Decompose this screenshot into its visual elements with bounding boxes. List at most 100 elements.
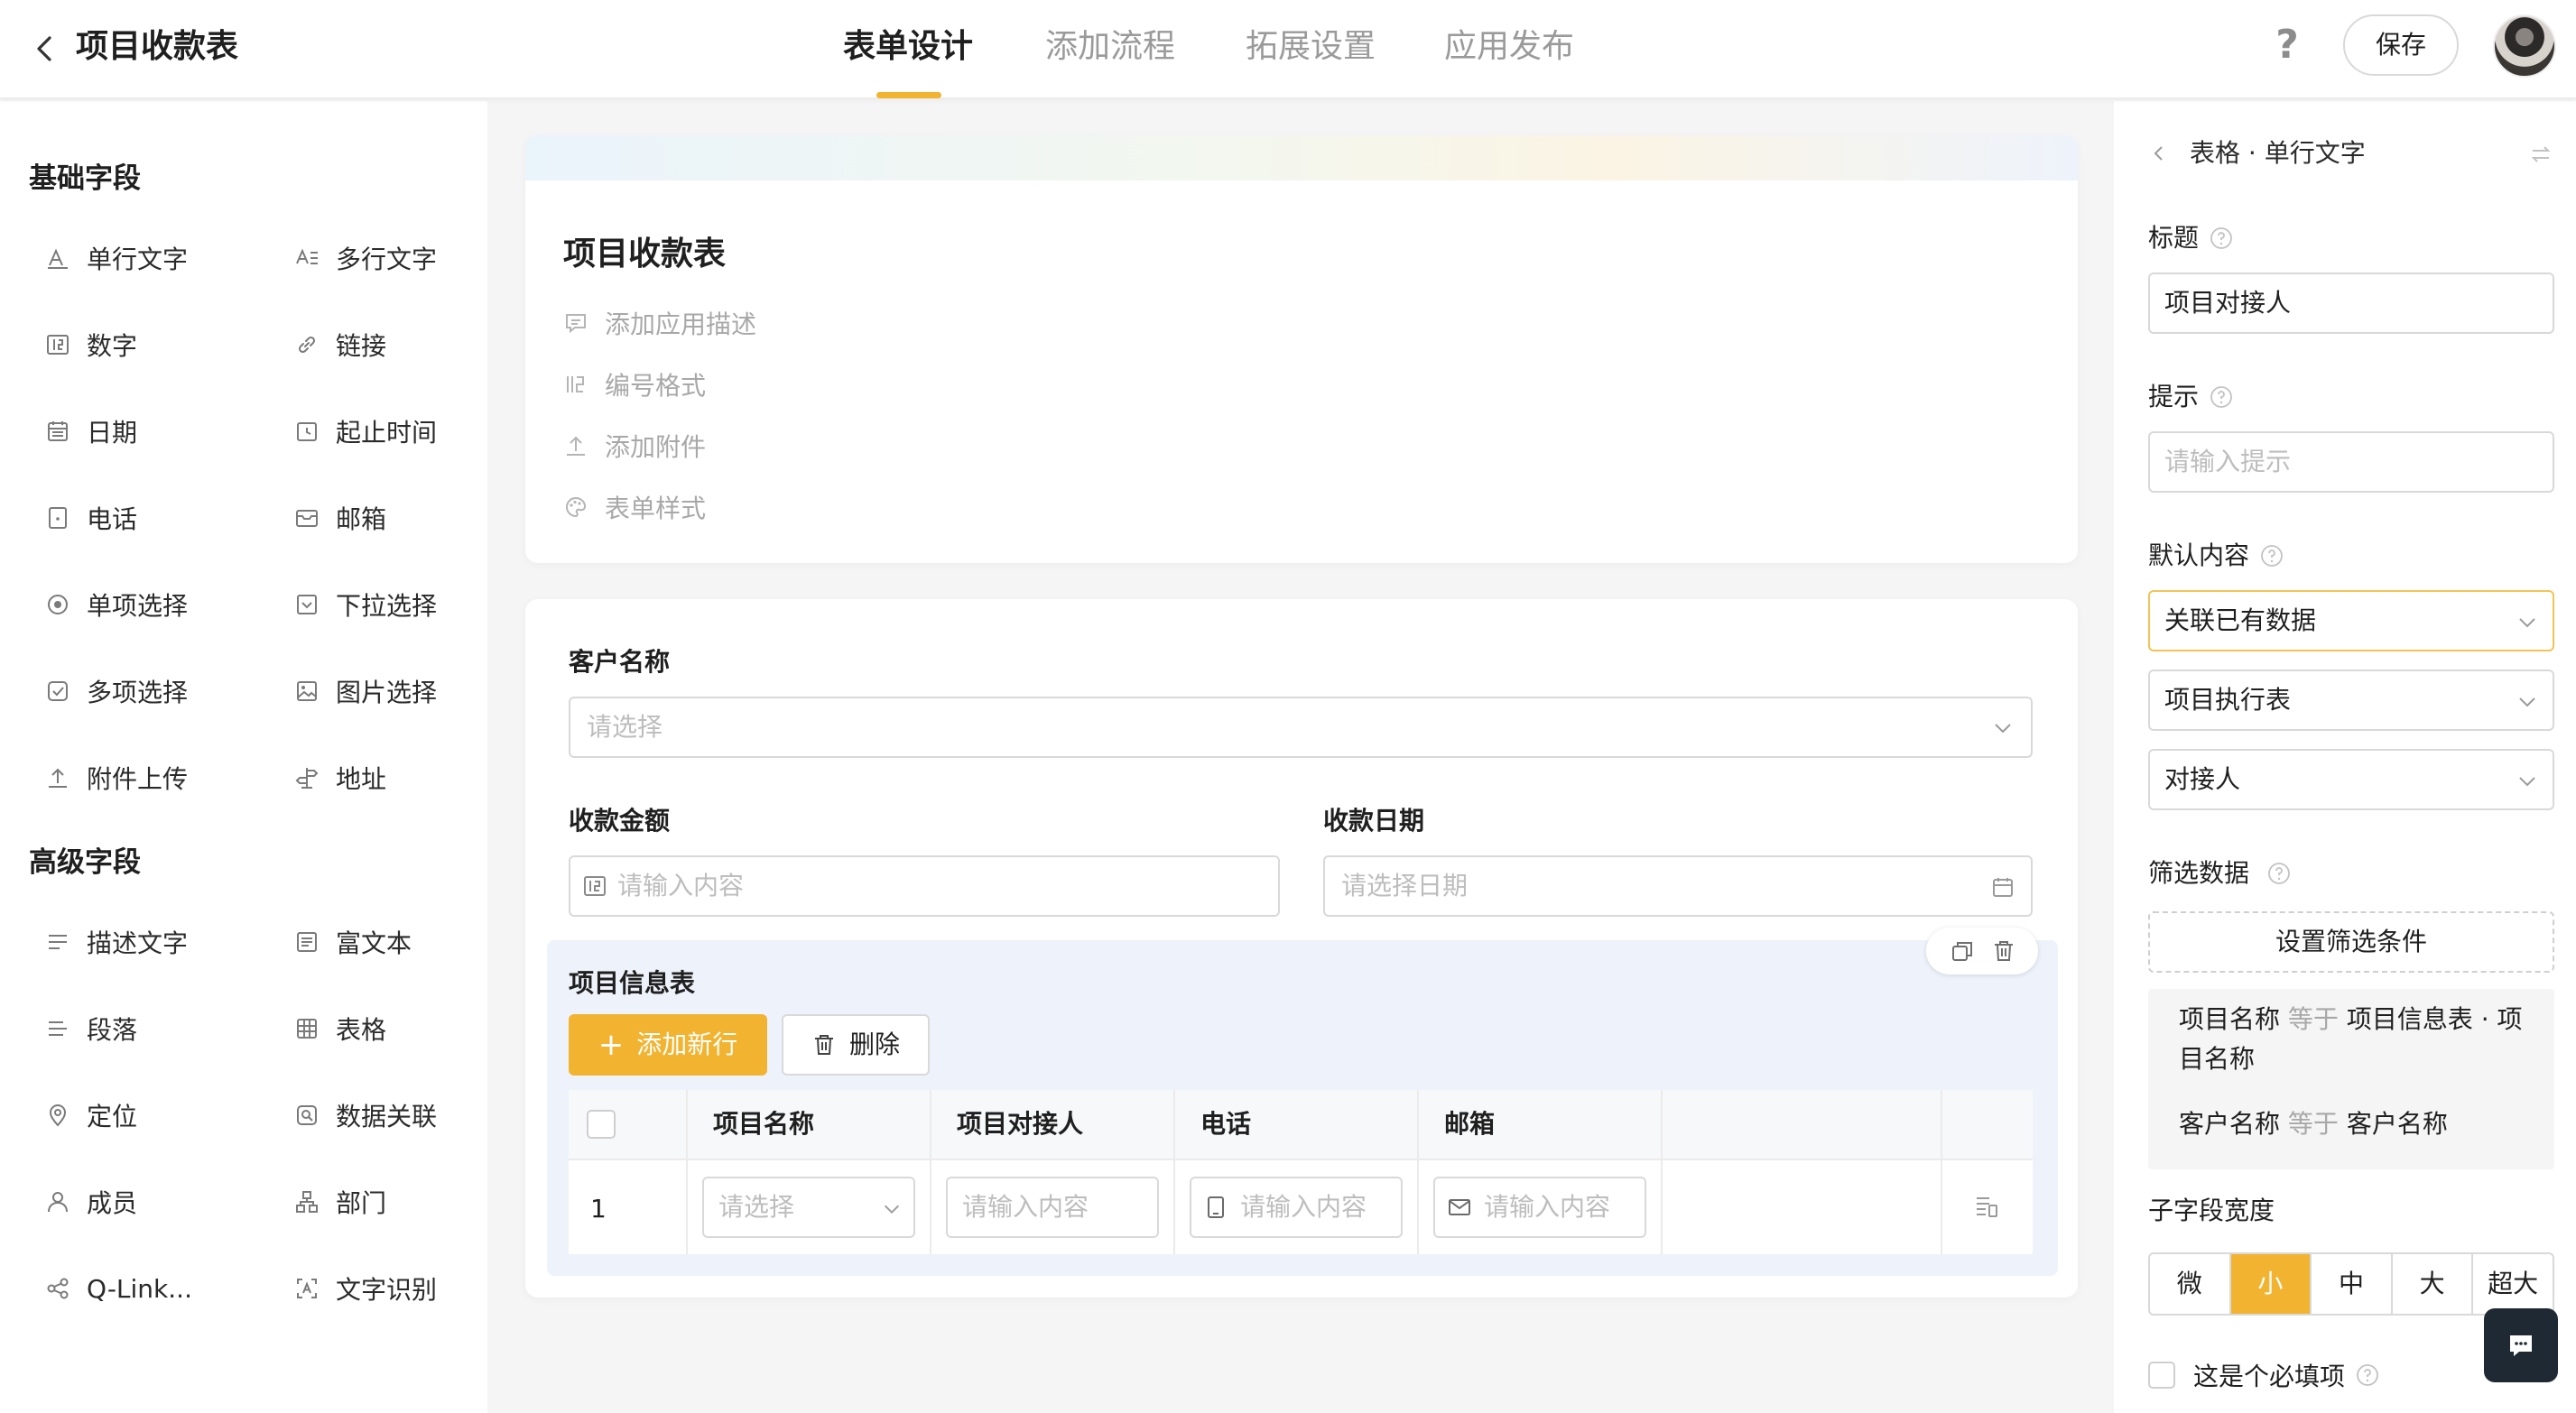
- action-label: 编号格式: [605, 371, 707, 401]
- field-department[interactable]: 部门: [294, 1178, 511, 1225]
- help-icon[interactable]: ?: [2266, 22, 2309, 69]
- tab-app-publish[interactable]: 应用发布: [1444, 23, 1574, 70]
- form-title: 项目收款表: [563, 236, 727, 272]
- set-filter-button[interactable]: 设置筛选条件: [2148, 911, 2554, 973]
- row-detail-icon[interactable]: [1973, 1193, 2000, 1220]
- text-a-icon: [48, 248, 68, 269]
- field-single-choice[interactable]: 单项选择: [45, 581, 262, 628]
- field-attachment[interactable]: 附件上传: [45, 754, 262, 801]
- field-dropdown[interactable]: 下拉选择: [294, 581, 511, 628]
- required-label: 这是个必填项: [2193, 1362, 2346, 1391]
- title-input[interactable]: 项目对接人: [2148, 272, 2554, 334]
- required-checkbox[interactable]: [2148, 1362, 2175, 1389]
- question-circle-icon[interactable]: [2260, 544, 2284, 568]
- input-placeholder: 请输入内容: [1240, 1192, 1367, 1222]
- project-name-select[interactable]: 请选择: [702, 1177, 915, 1238]
- width-option-xlarge[interactable]: 超大: [2473, 1254, 2553, 1314]
- input-placeholder: 请选择日期: [1341, 871, 1469, 900]
- project-contact-input[interactable]: 请输入内容: [946, 1177, 1159, 1238]
- field-paragraph[interactable]: 段落: [45, 1005, 262, 1052]
- swap-icon[interactable]: [2529, 143, 2553, 166]
- subform-table: 项目名称 项目对接人 电话 邮箱 1 请选择 请输入内容 请输入内容 请输入内容: [569, 1090, 2033, 1254]
- question-circle-icon[interactable]: [2267, 862, 2291, 885]
- question-circle-icon[interactable]: [2210, 385, 2233, 409]
- question-circle-icon[interactable]: [2210, 226, 2233, 250]
- select-value: 对接人: [2164, 764, 2241, 794]
- add-row-button[interactable]: + 添加新行: [569, 1014, 767, 1076]
- field-palette: 基础字段 单行文字 多行文字 数字 链接 日期 起止时间 电话 邮箱 单项选择: [0, 101, 487, 1413]
- chevron-left-icon[interactable]: [2148, 143, 2170, 164]
- field-table[interactable]: 表格: [294, 1005, 511, 1052]
- field-rich-text[interactable]: 富文本: [294, 919, 511, 965]
- trash-icon[interactable]: [1991, 938, 2016, 964]
- width-option-large[interactable]: 大: [2393, 1254, 2474, 1314]
- email-input[interactable]: 请输入内容: [1433, 1177, 1646, 1238]
- width-option-tiny[interactable]: 微: [2150, 1254, 2231, 1314]
- field-ocr[interactable]: 文字识别: [294, 1265, 511, 1312]
- field-label: 图片选择: [336, 678, 438, 707]
- column-divider: [1417, 1090, 1419, 1254]
- input-placeholder: 请输入内容: [1484, 1192, 1611, 1222]
- number-format[interactable]: 编号格式: [563, 366, 706, 402]
- default-field-select[interactable]: 对接人: [2148, 749, 2554, 810]
- field-image-choice[interactable]: 图片选择: [294, 668, 511, 715]
- paragraph-icon: [49, 1021, 67, 1036]
- amount-input[interactable]: 请输入内容: [569, 855, 1280, 917]
- user-avatar[interactable]: [2493, 14, 2556, 78]
- width-option-small[interactable]: 小: [2230, 1254, 2312, 1314]
- field-phone[interactable]: 电话: [45, 494, 262, 541]
- field-label: 单行文字: [87, 245, 189, 274]
- amount-label: 收款金额: [569, 806, 671, 836]
- copy-icon[interactable]: [1950, 938, 1975, 964]
- upload-icon: [49, 768, 67, 788]
- default-mode-select[interactable]: 关联已有数据: [2148, 590, 2554, 651]
- tab-form-design[interactable]: 表单设计: [843, 23, 973, 70]
- back-arrow-icon[interactable]: [27, 31, 63, 67]
- help-symbol: ?: [2275, 22, 2299, 68]
- field-q-link[interactable]: Q-Link...: [45, 1265, 262, 1312]
- default-content-label-row: 默认内容: [2148, 538, 2284, 574]
- filter-condition-2[interactable]: 客户名称 等于 客户名称: [2179, 1104, 2540, 1144]
- save-button[interactable]: 保存: [2343, 14, 2459, 76]
- card-decoration-band: [525, 135, 2078, 180]
- select-all-checkbox[interactable]: [587, 1110, 616, 1139]
- field-data-relation[interactable]: 数据关联: [294, 1092, 511, 1139]
- add-attachment[interactable]: 添加附件: [563, 428, 706, 464]
- chat-bubble-icon: [2510, 1335, 2532, 1356]
- field-date[interactable]: 日期: [45, 408, 262, 455]
- field-multi-choice[interactable]: 多项选择: [45, 668, 262, 715]
- field-number[interactable]: 数字: [45, 321, 262, 368]
- trash-icon: [814, 1035, 833, 1055]
- field-member[interactable]: 成员: [45, 1178, 262, 1225]
- add-app-description[interactable]: 添加应用描述: [563, 305, 756, 341]
- field-label: 日期: [87, 418, 138, 448]
- link-icon: [298, 336, 316, 354]
- date-picker[interactable]: 请选择日期: [1323, 855, 2033, 917]
- filter-condition-1[interactable]: 项目名称 等于 项目信息表 · 项目名称: [2179, 1000, 2540, 1079]
- delete-rows-button[interactable]: 删除: [782, 1014, 930, 1076]
- field-multi-line-text[interactable]: 多行文字: [294, 235, 511, 282]
- tab-add-workflow[interactable]: 添加流程: [1045, 23, 1175, 70]
- width-option-medium[interactable]: 中: [2312, 1254, 2393, 1314]
- default-source-select[interactable]: 项目执行表: [2148, 670, 2554, 731]
- select-placeholder: 请选择: [718, 1192, 795, 1222]
- phone-input[interactable]: 请输入内容: [1190, 1177, 1403, 1238]
- hint-input[interactable]: 请输入提示: [2148, 431, 2554, 493]
- upload-icon: [567, 436, 585, 456]
- tab-extension-settings[interactable]: 拓展设置: [1246, 23, 1376, 70]
- field-link[interactable]: 链接: [294, 321, 511, 368]
- field-description-text[interactable]: 描述文字: [45, 919, 262, 965]
- select-placeholder: 请选择: [587, 712, 663, 742]
- field-email[interactable]: 邮箱: [294, 494, 511, 541]
- field-single-line-text[interactable]: 单行文字: [45, 235, 262, 282]
- chat-support-button[interactable]: [2484, 1308, 2558, 1382]
- subform-title: 项目信息表: [569, 968, 696, 998]
- field-date-range[interactable]: 起止时间: [294, 408, 511, 455]
- field-label: 数字: [87, 331, 138, 361]
- question-circle-icon[interactable]: [2356, 1363, 2379, 1387]
- field-address[interactable]: 地址: [294, 754, 511, 801]
- field-label: 附件上传: [87, 764, 189, 794]
- field-location[interactable]: 定位: [45, 1092, 262, 1139]
- customer-name-select[interactable]: 请选择: [569, 697, 2033, 758]
- form-style[interactable]: 表单样式: [563, 489, 706, 525]
